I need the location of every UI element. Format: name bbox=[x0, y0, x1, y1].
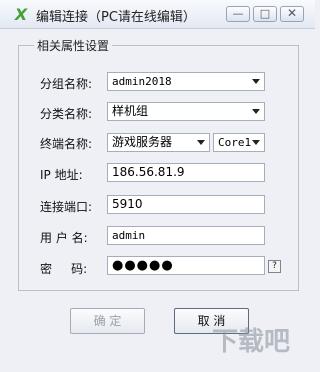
terminal-core-select[interactable]: Core1 bbox=[213, 133, 265, 152]
chevron-down-icon bbox=[252, 79, 260, 84]
port-input[interactable]: 5910 bbox=[107, 195, 265, 214]
username-input[interactable]: admin bbox=[107, 226, 265, 245]
password-input[interactable]: ●●●●● bbox=[107, 256, 265, 275]
terminal-name-select[interactable]: 游戏服务器 bbox=[107, 133, 210, 152]
terminal-name-value: 游戏服务器 bbox=[112, 135, 173, 149]
group-name-label: 分组名称: bbox=[40, 77, 93, 91]
terminal-name-label: 终端名称: bbox=[40, 137, 93, 151]
ok-button[interactable]: 确 定 bbox=[70, 308, 145, 334]
password-value: ●●●●● bbox=[112, 258, 174, 273]
chevron-down-icon bbox=[252, 109, 260, 114]
watermark-logo: 下载吧 bbox=[212, 318, 312, 366]
group-name-select[interactable]: admin2018 bbox=[107, 72, 265, 91]
ip-address-value: 186.56.81.9 bbox=[112, 165, 185, 179]
chevron-down-icon bbox=[252, 140, 260, 145]
title-bar: X 编辑连接（PC请在线编辑） — □ ✕ bbox=[0, 0, 315, 29]
category-name-select[interactable]: 样机组 bbox=[107, 102, 265, 121]
username-value: admin bbox=[112, 229, 146, 242]
close-button[interactable]: ✕ bbox=[280, 6, 304, 22]
category-name-value: 样机组 bbox=[112, 104, 149, 118]
ip-address-input[interactable]: 186.56.81.9 bbox=[107, 163, 265, 182]
username-label: 用 户 名: bbox=[40, 231, 88, 245]
window-title: 编辑连接（PC请在线编辑） bbox=[36, 10, 196, 25]
app-logo-icon: X bbox=[14, 5, 28, 24]
port-value: 5910 bbox=[112, 197, 143, 211]
watermark-text: 下载吧 bbox=[212, 327, 291, 357]
group-legend: 相关属性设置 bbox=[34, 37, 113, 54]
password-label: 密 码: bbox=[40, 262, 88, 276]
category-name-label: 分类名称: bbox=[40, 107, 93, 121]
chevron-down-icon bbox=[197, 140, 205, 145]
ip-address-label: IP 地址: bbox=[40, 168, 83, 182]
maximize-button[interactable]: □ bbox=[253, 6, 277, 22]
help-button[interactable]: ? bbox=[268, 260, 281, 273]
minimize-button[interactable]: — bbox=[226, 6, 250, 22]
port-label: 连接端口: bbox=[40, 200, 93, 214]
group-name-value: admin2018 bbox=[112, 75, 172, 88]
terminal-core-value: Core1 bbox=[218, 136, 252, 149]
